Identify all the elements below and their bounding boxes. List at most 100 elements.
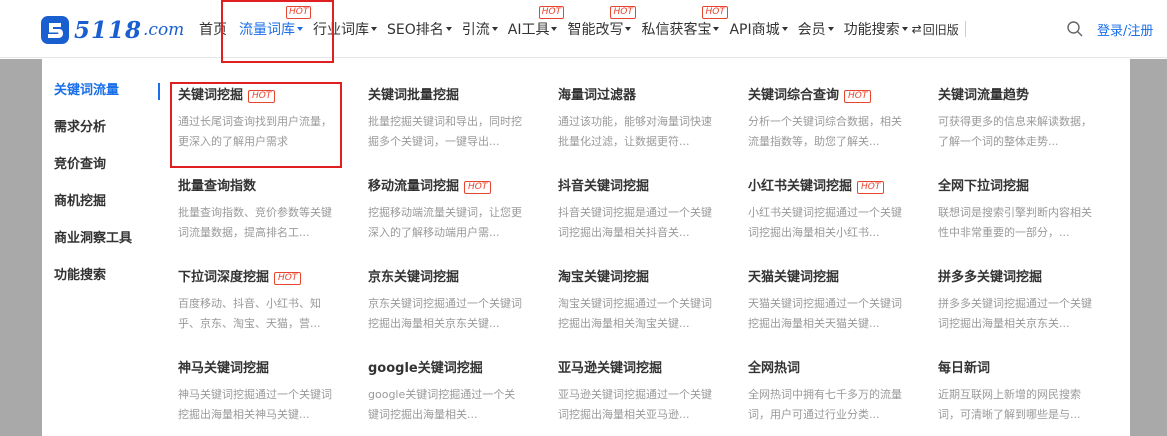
tool-card[interactable]: google关键词挖掘 google关键词挖掘通过一个关键词挖掘出海量相关... — [368, 360, 528, 425]
tool-card[interactable]: 每日新词近期互联网上新增的网民搜索词，可清晰了解到哪些是与... — [938, 360, 1098, 425]
nav-item-traffic-drive[interactable]: 引流 — [461, 0, 507, 58]
tool-card-description: 小红书关键词挖掘通过一个关键词挖掘出海量相关小红书... — [748, 206, 902, 239]
nav-item-smart-rewrite[interactable]: HOT 智能改写 — [566, 0, 640, 58]
tool-card-title-text: 下拉词深度挖掘 — [178, 270, 270, 285]
tool-card[interactable]: 全网热词全网热词中拥有七千多万的流量词，用户可通过行业分类... — [748, 360, 908, 425]
tool-card-title: 批量查询指数 — [178, 178, 338, 196]
tool-card[interactable]: 批量查询指数 批量查询指数、竞价参数等关键词流量数据，提高排名工... — [178, 178, 338, 243]
old-version-link[interactable]: ⇄ 回旧版 — [912, 21, 959, 38]
sidebar-item-opportunity-mining[interactable]: 商机挖掘 — [54, 190, 162, 227]
nav-item-membership[interactable]: 会员 — [797, 0, 843, 58]
tool-card-description: 拼多多关键词挖掘通过一个关键词挖掘出海量相关京东关... — [938, 297, 1092, 330]
logo-brand-text: 5118 — [74, 16, 143, 44]
sidebar-item-demand-analysis[interactable]: 需求分析 — [54, 116, 162, 153]
nav-item-private-message-leads[interactable]: HOT 私信获客宝 — [640, 0, 728, 58]
tool-card[interactable]: 天猫关键词挖掘天猫关键词挖掘通过一个关键词挖掘出海量相关天猫关键... — [748, 269, 908, 334]
tool-card-title: 下拉词深度挖掘 HOT — [178, 269, 338, 287]
tool-card-title: 小红书关键词挖掘 HOT — [748, 178, 908, 196]
caret-down-icon — [625, 27, 632, 31]
tool-card-title: 亚马逊关键词挖掘 — [558, 360, 718, 378]
nav-item-label: 会员 — [797, 22, 826, 38]
sidebar-item-feature-search[interactable]: 功能搜索 — [54, 264, 162, 301]
tool-card[interactable]: 淘宝关键词挖掘 淘宝关键词挖掘通过一个关键词挖掘出海量相关淘宝关键... — [558, 269, 718, 334]
search-icon[interactable] — [1066, 20, 1084, 38]
dropdown-sidebar: 关键词流量 需求分析 竞价查询 商机挖掘 商业洞察工具 功能搜索 — [54, 79, 162, 301]
tool-card[interactable]: 关键词流量趋势 可获得更多的信息来解读数据，了解一个词的整体走势... — [938, 87, 1098, 152]
caret-down-icon — [491, 27, 498, 31]
top-navigation-bar: 5118 .com 首页 HOT 流量词库 行业词库 SEO排名 引流 HOT … — [0, 0, 1167, 58]
caret-down-icon — [551, 27, 558, 31]
caret-down-icon — [713, 27, 720, 31]
tool-card-title-text: 批量查询指数 — [178, 179, 257, 194]
tool-card[interactable]: 关键词批量挖掘批量挖掘关键词和导出，同时挖掘多个关键词，一键导出... — [368, 87, 528, 152]
tool-highlight-box — [170, 82, 342, 168]
tool-card-title: 全网热词 — [748, 360, 908, 378]
tool-card-title-text: 小红书关键词挖掘 — [748, 179, 853, 194]
tool-card-description: 天猫关键词挖掘通过一个关键词挖掘出海量相关天猫关键... — [748, 297, 902, 330]
nav-item-seo-ranking[interactable]: SEO排名 — [386, 0, 461, 58]
caret-down-icon — [781, 27, 788, 31]
nav-item-label: API商城 — [729, 22, 780, 38]
hot-badge: HOT — [274, 271, 302, 285]
hot-badge: HOT — [857, 180, 885, 194]
login-register-link[interactable]: 登录/注册 — [1097, 20, 1153, 39]
hot-badge: HOT — [610, 6, 636, 19]
tool-card-description: 通过该功能，能够对海量词快速批量化过滤，让数据更符... — [558, 115, 712, 148]
tool-card-description: 近期互联网上新增的网民搜索词，可清晰了解到哪些是与... — [938, 388, 1081, 421]
nav-item-api-mall[interactable]: API商城 — [728, 0, 796, 58]
tool-card-title-text: 全网热词 — [748, 361, 801, 376]
nav-item-label: 功能搜索 — [843, 22, 900, 38]
tool-card[interactable]: 关键词综合查询 HOT 分析一个关键词综合数据，相关流量指数等，助您了解关... — [748, 87, 908, 152]
nav-item-label: 私信获客宝 — [641, 22, 712, 38]
page-dim-overlay-right — [1130, 59, 1167, 436]
tool-card-title-text: 关键词流量趋势 — [938, 88, 1030, 103]
tool-card[interactable]: 全网下拉词挖掘 联想词是搜索引擎判断内容相关性中非常重要的一部分，... — [938, 178, 1098, 243]
tool-card[interactable]: 亚马逊关键词挖掘 亚马逊关键词挖掘通过一个关键词挖掘出海量相关亚马逊... — [558, 360, 718, 425]
tool-card-title-text: 天猫关键词挖掘 — [748, 270, 840, 285]
tool-card-title-text: 神马关键词挖掘 — [178, 361, 270, 376]
tool-card[interactable]: 京东关键词挖掘 京东关键词挖掘通过一个关键词挖掘出海量相关京东关键... — [368, 269, 528, 334]
tool-card-title: 京东关键词挖掘 — [368, 269, 528, 287]
tool-card-title: 每日新词 — [938, 360, 1098, 378]
tool-card-description: google关键词挖掘通过一个关键词挖掘出海量相关... — [368, 388, 516, 421]
tool-card-description: 分析一个关键词综合数据，相关流量指数等，助您了解关... — [748, 115, 902, 148]
caret-down-icon — [901, 27, 908, 31]
site-logo[interactable]: 5118 .com — [40, 14, 184, 46]
nav-item-feature-search[interactable]: 功能搜索 — [843, 0, 912, 58]
tool-card-title: 拼多多关键词挖掘 — [938, 269, 1098, 287]
tool-card-title: 天猫关键词挖掘 — [748, 269, 908, 287]
tool-card-title: google关键词挖掘 — [368, 360, 528, 378]
tool-card-title: 抖音关键词挖掘 — [558, 178, 718, 196]
logo-suffix-text: .com — [143, 20, 185, 40]
sidebar-item-business-insight-tools[interactable]: 商业洞察工具 — [54, 227, 162, 264]
tool-card-description: 批量挖掘关键词和导出，同时挖掘多个关键词，一键导出... — [368, 115, 522, 148]
nav-item-ai-tools[interactable]: HOT AI工具 — [507, 0, 567, 58]
sidebar-item-bidding-query[interactable]: 竞价查询 — [54, 153, 162, 190]
tool-card[interactable]: 移动流量词挖掘 HOT 挖掘移动端流量关键词，让您更深入的了解移动端用户需... — [368, 178, 528, 243]
hot-badge: HOT — [844, 89, 872, 103]
tool-card[interactable]: 神马关键词挖掘 神马关键词挖掘通过一个关键词挖掘出海量相关神马关键... — [178, 360, 338, 425]
old-version-label: 回旧版 — [922, 22, 959, 37]
tool-card-title-text: 抖音关键词挖掘 — [558, 179, 650, 194]
tool-card-description: 全网热词中拥有七千多万的流量词，用户可通过行业分类... — [748, 388, 902, 421]
tool-card-description: 挖掘移动端流量关键词，让您更深入的了解移动端用户需... — [368, 206, 522, 239]
tool-card-title: 移动流量词挖掘 HOT — [368, 178, 528, 196]
hot-badge: HOT — [538, 6, 565, 19]
nav-item-label: 智能改写 — [567, 22, 624, 38]
tool-card[interactable]: 抖音关键词挖掘 抖音关键词挖掘是通过一个关键词挖掘出海量相关抖音关... — [558, 178, 718, 243]
tool-card-title-text: google关键词挖掘 — [368, 361, 483, 376]
tool-card[interactable]: 下拉词深度挖掘 HOT 百度移动、抖音、小红书、知乎、京东、淘宝、天猫，营... — [178, 269, 338, 334]
nav-item-label: SEO排名 — [387, 22, 444, 38]
nav-item-label: AI工具 — [507, 22, 550, 38]
tool-card[interactable]: 小红书关键词挖掘 HOT 小红书关键词挖掘通过一个关键词挖掘出海量相关小红书... — [748, 178, 908, 243]
tool-card-title-text: 关键词批量挖掘 — [368, 88, 460, 103]
traffic-words-dropdown-panel: 关键词流量 需求分析 竞价查询 商机挖掘 商业洞察工具 功能搜索 关键词挖掘 HO… — [42, 59, 1130, 436]
tool-card[interactable]: 拼多多关键词挖掘拼多多关键词挖掘通过一个关键词挖掘出海量相关京东关... — [938, 269, 1098, 334]
tool-card-title-text: 全网下拉词挖掘 — [938, 179, 1030, 194]
sidebar-item-keyword-traffic[interactable]: 关键词流量 — [54, 79, 162, 116]
nav-highlight-box — [221, 0, 334, 63]
tool-card[interactable]: 海量词过滤器通过该功能，能够对海量词快速批量化过滤，让数据更符... — [558, 87, 718, 152]
tool-card-title: 海量词过滤器 — [558, 87, 718, 105]
tool-card-title: 神马关键词挖掘 — [178, 360, 338, 378]
tool-card-description: 淘宝关键词挖掘通过一个关键词挖掘出海量相关淘宝关键... — [558, 297, 712, 330]
